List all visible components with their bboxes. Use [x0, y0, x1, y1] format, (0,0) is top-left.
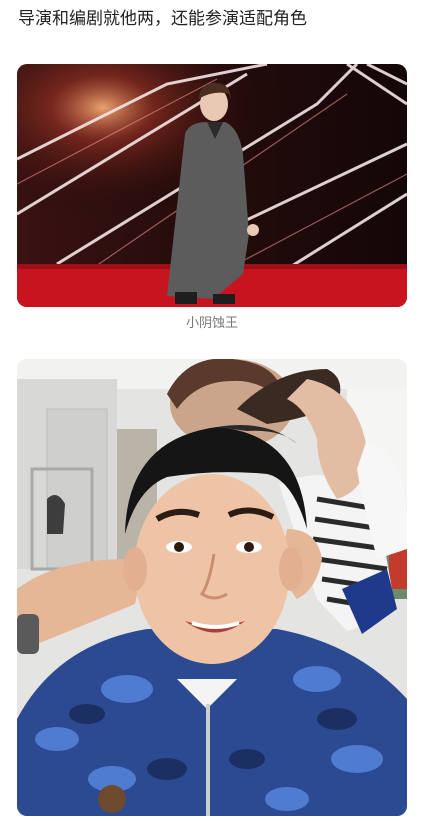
- selfie-photo-art: [17, 359, 407, 816]
- stage-photo-art: [17, 64, 407, 307]
- stage-photo-caption: 小阴蚀王: [185, 316, 238, 331]
- post-headline: 导演和编剧就他两，还能参演适配角色: [18, 9, 307, 29]
- selfie-photo[interactable]: [17, 359, 407, 816]
- stage-photo[interactable]: [17, 64, 407, 307]
